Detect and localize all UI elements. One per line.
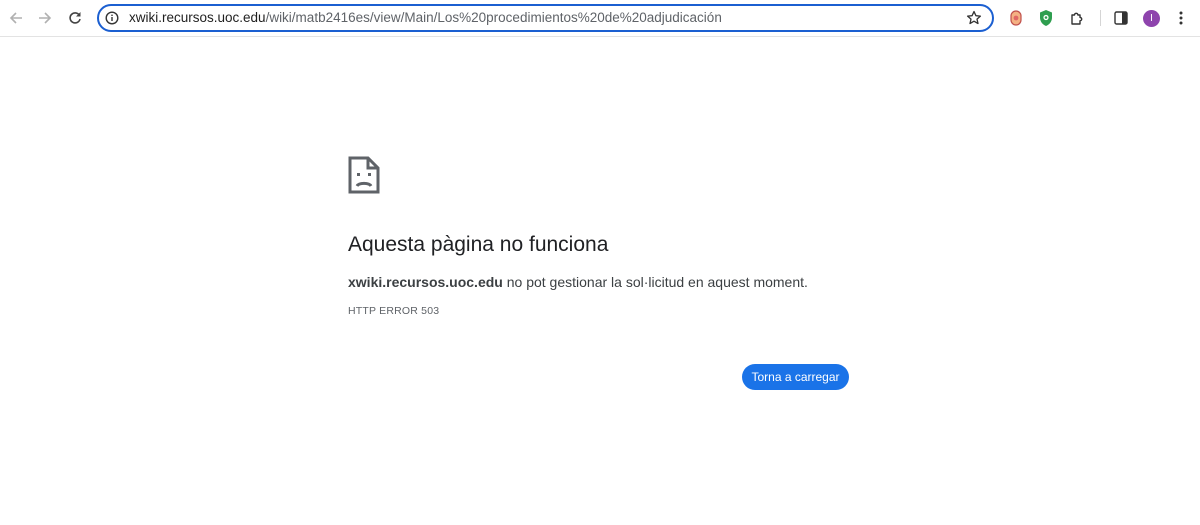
error-message: xwiki.recursos.uoc.edu no pot gestionar … [348, 273, 808, 291]
back-button[interactable] [3, 5, 29, 31]
url-host: xwiki.recursos.uoc.edu [129, 10, 266, 25]
error-code: HTTP ERROR 503 [348, 305, 440, 317]
star-icon[interactable] [966, 10, 982, 26]
extension-shield-button[interactable] [1037, 9, 1055, 27]
url-path: /wiki/matb2416es/view/Main/Los%20procedi… [265, 10, 722, 25]
error-message-text: no pot gestionar la sol·licitud en aques… [502, 274, 808, 290]
url-text[interactable]: xwiki.recursos.uoc.edu/wiki/matb2416es/v… [129, 10, 722, 26]
side-panel-icon [1114, 11, 1128, 25]
extension-orange-icon [1010, 10, 1022, 26]
more-menu-icon [1179, 11, 1183, 25]
sad-document-icon [348, 156, 380, 194]
back-icon [9, 12, 22, 24]
reload-button[interactable] [62, 5, 88, 31]
site-info-icon[interactable] [105, 11, 119, 25]
forward-button[interactable] [32, 5, 58, 31]
extensions-button[interactable] [1068, 9, 1086, 27]
address-bar[interactable]: xwiki.recursos.uoc.edu/wiki/matb2416es/v… [97, 4, 994, 32]
error-host: xwiki.recursos.uoc.edu [348, 274, 503, 290]
profile-avatar[interactable]: I [1143, 10, 1160, 27]
extensions-puzzle-icon [1071, 12, 1083, 25]
extension-orange-button[interactable] [1007, 9, 1025, 27]
browser-toolbar: xwiki.recursos.uoc.edu/wiki/matb2416es/v… [0, 0, 1200, 37]
reload-icon [69, 12, 81, 24]
extension-shield-icon [1040, 10, 1052, 26]
reload-page-button[interactable]: Torna a carregar [742, 364, 849, 390]
error-title: Aquesta pàgina no funciona [348, 233, 609, 256]
toolbar-divider [1100, 10, 1101, 26]
more-menu-button[interactable] [1172, 9, 1190, 27]
side-panel-button[interactable] [1112, 9, 1130, 27]
forward-icon [39, 12, 52, 24]
